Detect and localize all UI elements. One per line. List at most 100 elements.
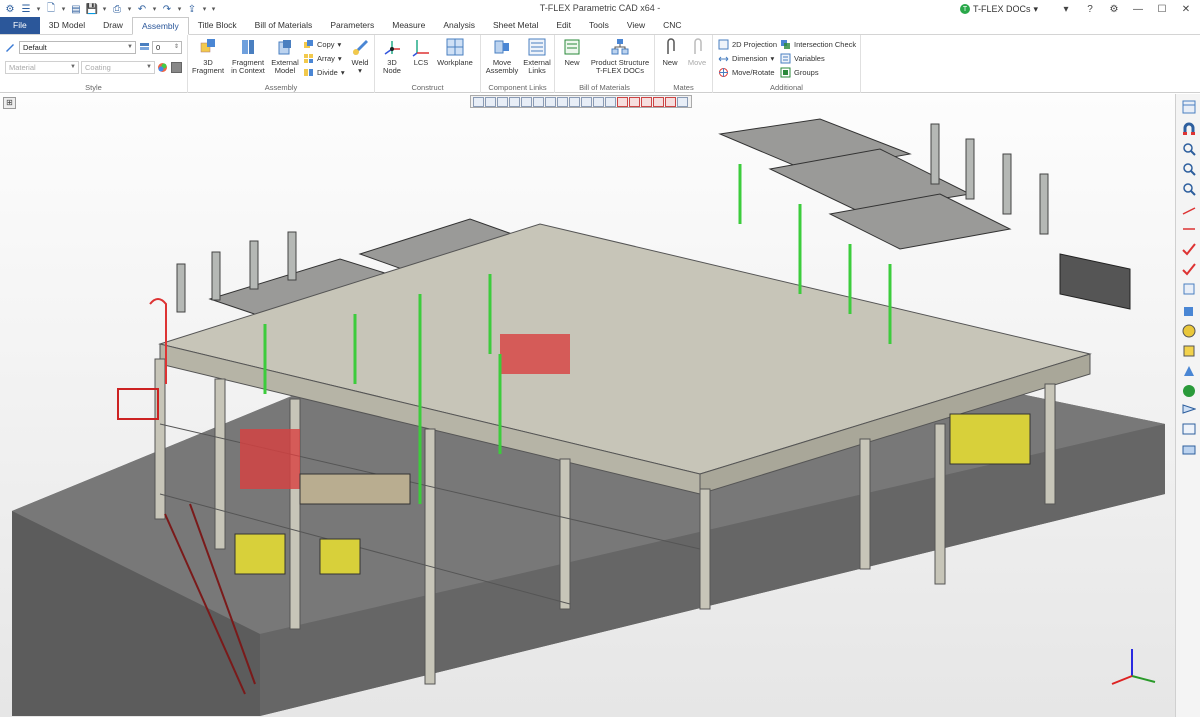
model-tree-icon[interactable]: [1182, 100, 1196, 114]
redo-icon[interactable]: ↷: [160, 2, 174, 16]
body-icon[interactable]: [1182, 384, 1196, 398]
node-3d-button[interactable]: 3D Node: [379, 37, 405, 75]
tab-edit[interactable]: Edit: [547, 17, 580, 34]
print-icon[interactable]: ⎙: [110, 2, 124, 16]
render-icon[interactable]: [1182, 422, 1196, 436]
dropdown-arrow-icon[interactable]: ▾: [201, 2, 208, 16]
tab-bill-of-materials[interactable]: Bill of Materials: [246, 17, 322, 34]
tab-sheet-metal[interactable]: Sheet Metal: [484, 17, 547, 34]
array-button[interactable]: Array ▾: [303, 53, 342, 64]
export-icon[interactable]: ⇪: [185, 2, 199, 16]
tab-file[interactable]: File: [0, 17, 40, 34]
tflex-docs-button[interactable]: T T-FLEX DOCs ▾: [959, 4, 1038, 15]
surface-icon[interactable]: [1182, 344, 1196, 358]
dropdown-arrow-icon[interactable]: ▾: [101, 2, 108, 16]
check-mark-icon[interactable]: [1182, 262, 1196, 276]
copy-button[interactable]: Copy ▾: [303, 39, 341, 50]
product-structure-icon: [609, 37, 631, 57]
dropdown-arrow-icon[interactable]: ▾: [126, 2, 133, 16]
tab-3d-model[interactable]: 3D Model: [40, 17, 94, 34]
settings-gear-icon[interactable]: ⚙: [1104, 1, 1124, 17]
product-structure-button[interactable]: Product Structure T-FLEX DOCs: [587, 37, 653, 75]
style-select[interactable]: Default ▼: [19, 41, 136, 54]
external-model-button[interactable]: External Model: [270, 37, 300, 75]
external-links-button[interactable]: External Links: [521, 37, 553, 75]
customize-toolbar-icon[interactable]: ▾: [210, 2, 217, 16]
divide-button[interactable]: Divide ▾: [303, 67, 345, 78]
menu-icon[interactable]: ☰: [19, 2, 33, 16]
coating-select[interactable]: Coating ▼: [81, 61, 155, 74]
sphere-icon[interactable]: [1182, 324, 1196, 338]
cube-icon[interactable]: [1182, 304, 1196, 318]
dropdown-arrow-icon[interactable]: ▾: [151, 2, 158, 16]
projection-2d-label: 2D Projection: [732, 40, 778, 49]
workplane-button[interactable]: Workplane: [435, 37, 475, 67]
tab-title-block[interactable]: Title Block: [189, 17, 246, 34]
tab-draw[interactable]: Draw: [94, 17, 132, 34]
color-picker-icon[interactable]: [157, 62, 168, 73]
variables-button[interactable]: Variables: [780, 53, 825, 64]
new-document-icon[interactable]: 🗋: [44, 2, 58, 16]
fragment-3d-button[interactable]: 3D Fragment: [192, 37, 224, 75]
material-placeholder: Material: [9, 63, 36, 72]
workplane-icon: [444, 37, 466, 57]
weld-button[interactable]: Weld ▾: [347, 37, 373, 75]
projection-2d-icon: [718, 39, 729, 50]
zoom-in-icon[interactable]: [1182, 162, 1196, 176]
undo-icon[interactable]: ↶: [135, 2, 149, 16]
snap-magnet-icon[interactable]: [1182, 122, 1196, 136]
move-mate-button[interactable]: Move: [684, 37, 710, 67]
tab-view[interactable]: View: [618, 17, 654, 34]
projection-2d-button[interactable]: 2D Projection: [718, 39, 777, 50]
dropdown-arrow-icon[interactable]: ▾: [35, 2, 42, 16]
new-bom-button[interactable]: New: [559, 37, 585, 67]
close-button[interactable]: ✕: [1176, 1, 1196, 17]
style-group-label: Style: [85, 83, 102, 92]
open-icon[interactable]: ▤: [69, 2, 83, 16]
layer-stepper[interactable]: 0 ⇕: [152, 41, 182, 54]
color-swatch[interactable]: [171, 62, 182, 73]
section-icon[interactable]: [1182, 222, 1196, 236]
move-assembly-button[interactable]: Move Assembly: [483, 37, 521, 75]
tab-cnc[interactable]: CNC: [654, 17, 690, 34]
zoom-all-icon[interactable]: [1182, 182, 1196, 196]
move-rotate-button[interactable]: Move/Rotate: [718, 67, 775, 78]
maximize-button[interactable]: ☐: [1152, 1, 1172, 17]
app-icon[interactable]: ⚙: [3, 2, 17, 16]
tab-measure[interactable]: Measure: [383, 17, 434, 34]
new-mate-button[interactable]: New: [658, 37, 682, 67]
ribbon-options-icon[interactable]: ▾: [1056, 1, 1076, 17]
groups-label: Groups: [794, 68, 819, 77]
tab-parameters[interactable]: Parameters: [321, 17, 383, 34]
measure-icon[interactable]: [1182, 204, 1196, 218]
dropdown-arrow-icon[interactable]: ▾: [176, 2, 183, 16]
box-icon[interactable]: [1182, 282, 1196, 296]
divide-icon: [303, 67, 314, 78]
3d-viewport[interactable]: ⊞: [0, 94, 1175, 717]
divide-label: Divide: [317, 68, 338, 77]
copy-icon: [303, 39, 314, 50]
dimension-button[interactable]: Dimension ▾: [718, 53, 774, 64]
check-mark-icon[interactable]: [1182, 242, 1196, 256]
intersection-check-button[interactable]: Intersection Check: [780, 39, 856, 50]
save-icon[interactable]: 💾: [85, 2, 99, 16]
minimize-button[interactable]: —: [1128, 1, 1148, 17]
material-select[interactable]: Material ▼: [5, 61, 79, 74]
vertex-icon[interactable]: [1182, 364, 1196, 378]
construct-group-label: Construct: [411, 83, 444, 92]
groups-button[interactable]: Groups: [780, 67, 819, 78]
lcs-button[interactable]: LCS: [409, 37, 433, 67]
camera-icon[interactable]: [1182, 442, 1196, 456]
dropdown-arrow-icon[interactable]: ▾: [60, 2, 67, 16]
bom-group-label: Bill of Materials: [579, 83, 630, 92]
fragment-in-context-button[interactable]: Fragment in Context: [228, 37, 268, 75]
chevron-down-icon: ▼: [70, 64, 76, 70]
tab-analysis[interactable]: Analysis: [434, 17, 484, 34]
help-icon[interactable]: ?: [1080, 1, 1100, 17]
display-mode-icon[interactable]: [1182, 402, 1196, 416]
chevron-down-icon: ▼: [146, 64, 152, 70]
tab-assembly[interactable]: Assembly: [131, 17, 189, 35]
chevron-down-icon: ▾: [337, 54, 342, 63]
tab-tools[interactable]: Tools: [580, 17, 618, 34]
zoom-window-icon[interactable]: [1182, 142, 1196, 156]
